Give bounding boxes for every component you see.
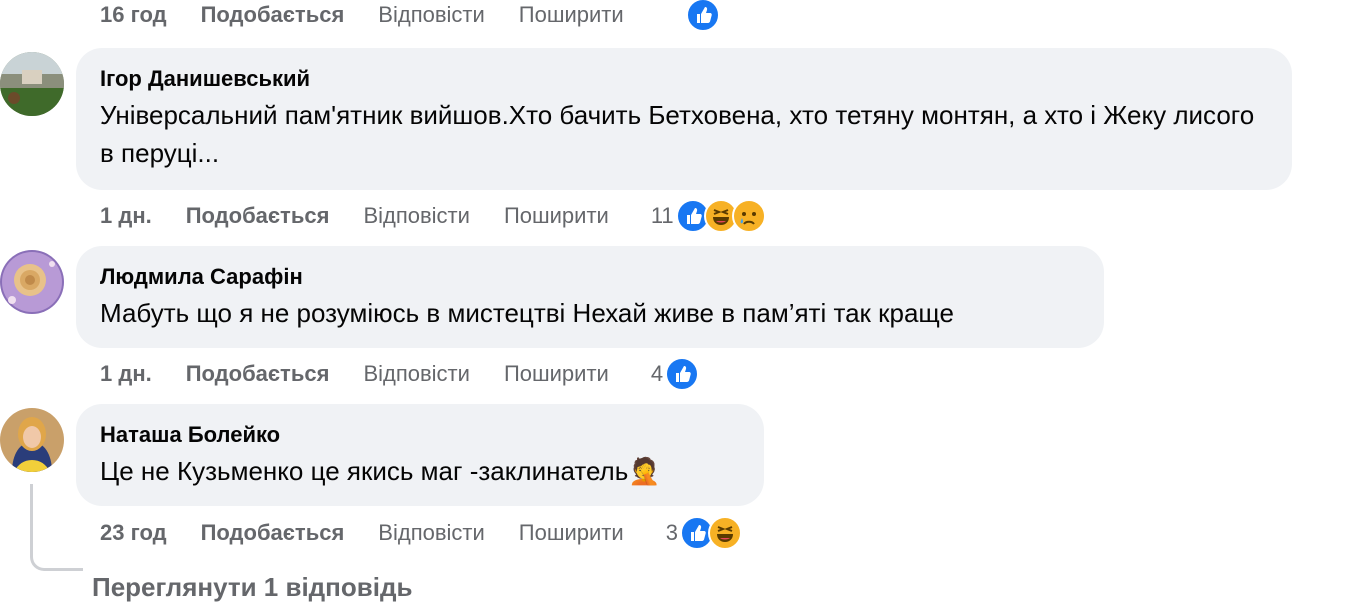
reply-button[interactable]: Відповісти (378, 520, 485, 546)
reaction-summary[interactable]: 11 (650, 199, 766, 233)
like-icon (665, 357, 700, 391)
reply-button[interactable]: Відповісти (378, 2, 485, 28)
comment-author[interactable]: Ігор Данишевський (100, 62, 1268, 96)
comment-text: Мабуть що я не розуміюсь в мистецтві Нех… (100, 298, 954, 328)
reaction-count: 3 (665, 520, 678, 545)
comment-time[interactable]: 16 год (100, 2, 167, 28)
like-button[interactable]: Подобається (201, 2, 345, 28)
comment-actions: 23 год Подобається Відповісти Поширити 3 (100, 516, 742, 550)
avatar[interactable] (0, 408, 64, 472)
like-button[interactable]: Подобається (186, 361, 330, 387)
reaction-count: 11 (650, 203, 674, 228)
comment-actions: 1 дн. Подобається Відповісти Поширити 4 (100, 357, 700, 391)
like-icon[interactable] (685, 0, 720, 32)
share-button[interactable]: Поширити (519, 520, 624, 546)
thread-line (30, 484, 83, 571)
avatar[interactable] (0, 52, 64, 116)
avatar[interactable] (0, 250, 64, 314)
top-comment-actions: 16 год Подобається Відповісти Поширити (100, 0, 720, 32)
haha-icon (707, 516, 742, 550)
like-button[interactable]: Подобається (201, 520, 345, 546)
sad-icon (731, 199, 766, 233)
facepalm-emoji: 🤦 (628, 456, 661, 486)
comment-actions: 1 дн. Подобається Відповісти Поширити 11 (100, 199, 766, 233)
reaction-count: 4 (650, 361, 664, 386)
reaction-summary[interactable]: 3 (665, 516, 742, 550)
comment-time[interactable]: 23 год (100, 520, 167, 546)
comment-text-body: Це не Кузьменко це якись маг -заклинател… (100, 456, 629, 486)
comment-bubble: Ігор Данишевський Універсальний пам'ятни… (76, 48, 1292, 190)
like-button[interactable]: Подобається (186, 203, 330, 229)
view-replies-link[interactable]: Переглянути 1 відповідь (92, 572, 412, 603)
comment-bubble: Людмила Сарафін Мабуть що я не розуміюсь… (76, 246, 1104, 348)
share-button[interactable]: Поширити (519, 2, 624, 28)
reaction-summary[interactable]: 4 (650, 357, 700, 391)
comment-time[interactable]: 1 дн. (100, 203, 152, 229)
reply-button[interactable]: Відповісти (363, 361, 470, 387)
reply-button[interactable]: Відповісти (363, 203, 470, 229)
share-button[interactable]: Поширити (504, 203, 609, 229)
comment-author[interactable]: Наташа Болейко (100, 418, 740, 452)
comment-text: Універсальний пам'ятник вийшов.Хто бачит… (100, 100, 1255, 168)
comment-time[interactable]: 1 дн. (100, 361, 152, 387)
comment-author[interactable]: Людмила Сарафін (100, 260, 1080, 294)
share-button[interactable]: Поширити (504, 361, 609, 387)
comment-text: Це не Кузьменко це якись маг -заклинател… (100, 452, 740, 490)
comment-bubble: Наташа Болейко Це не Кузьменко це якись … (76, 404, 764, 506)
